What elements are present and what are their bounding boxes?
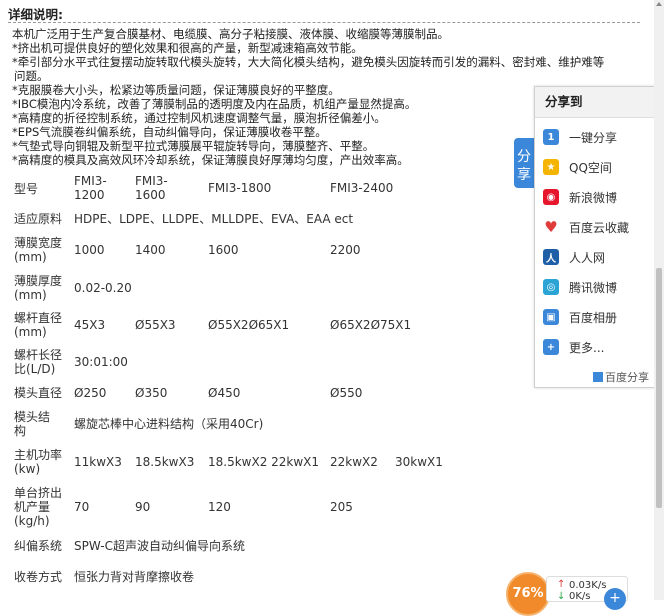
die-diameter-value: Ø350 xyxy=(135,386,168,400)
output-label: 单台挤出 机产量 (kg/h) xyxy=(14,486,63,528)
winding-value: 恒张力背对背摩擦收卷 xyxy=(74,570,195,584)
die-diameter-value: Ø250 xyxy=(74,386,107,400)
share-item-baidu-album[interactable]: ▣ 百度相册 xyxy=(543,307,617,327)
share-item-label: 一键分享 xyxy=(569,130,618,145)
speed-percent: 76% xyxy=(506,572,550,616)
power-value: 18.5kwX2 22kwX1 xyxy=(208,455,320,469)
die-structure-label: 模头结 构 xyxy=(14,410,51,438)
power-value: 18.5kwX3 xyxy=(135,455,195,469)
screw-diameter-value: 45X3 xyxy=(74,318,106,332)
die-diameter-value: Ø450 xyxy=(208,386,241,400)
share-item-one-click[interactable]: 1 一键分享 xyxy=(543,127,617,147)
download-arrow-icon: ↓ xyxy=(557,591,566,602)
scroll-up-icon[interactable] xyxy=(656,2,662,6)
intro-line: *牵引部分水平式往复摆动旋转取代模头旋转，大大简化模头结构，避免模头因旋转而引发… xyxy=(12,55,605,69)
share-item-label: QQ空间 xyxy=(569,160,612,175)
edge-control-label: 纠偏系统 xyxy=(14,539,63,553)
edge-control-value: SPW-C超声波自动纠偏导向系统 xyxy=(74,539,245,553)
scrollbar-thumb[interactable] xyxy=(656,268,662,508)
material-label: 适应原料 xyxy=(14,212,63,226)
baidu-share-icon xyxy=(593,372,603,382)
heart-icon: ♥ xyxy=(544,218,558,236)
share-item-label: 腾讯微博 xyxy=(569,280,618,295)
model-2400: FMI3-2400 xyxy=(330,181,394,195)
width-label: 薄膜宽度 (mm) xyxy=(14,236,63,264)
upload-arrow-icon: ↑ xyxy=(557,579,566,590)
winding-label: 收卷方式 xyxy=(14,570,63,584)
output-value: 205 xyxy=(330,500,353,514)
qzone-icon: ★ xyxy=(543,159,559,175)
output-value: 90 xyxy=(135,500,151,514)
width-value: 1000 xyxy=(74,243,105,257)
die-diameter-value: Ø550 xyxy=(330,386,363,400)
die-diameter-label: 模头直径 xyxy=(14,386,63,400)
power-value: 22kwX2 xyxy=(330,455,378,469)
one-click-share-icon: 1 xyxy=(543,129,559,145)
share-item-renren[interactable]: 人 人人网 xyxy=(543,247,605,267)
thickness-label: 薄膜厚度 (mm) xyxy=(14,274,63,302)
width-value: 1400 xyxy=(135,243,166,257)
intro-line: 本机广泛用于生产复合膜基材、电缆膜、高分子粘接膜、液体膜、收缩膜等薄膜制品。 xyxy=(12,27,449,41)
material-value: HDPE、LDPE、LLDPE、MLLDPE、EVA、EAA ect xyxy=(74,212,354,226)
share-item-label: 人人网 xyxy=(569,250,606,265)
share-title: 分享到 xyxy=(535,87,655,118)
share-item-tencent-weibo[interactable]: ◎ 腾讯微博 xyxy=(543,277,617,297)
intro-line: 问题。 xyxy=(14,69,49,83)
baidu-share-label: 百度分享 xyxy=(605,371,649,384)
share-item-label: 百度相册 xyxy=(569,310,618,325)
model-label: 型号 xyxy=(14,182,39,196)
screw-diameter-value: Ø65X2Ø75X1 xyxy=(330,318,412,332)
power-value: 11kwX3 xyxy=(74,455,122,469)
weibo-icon: ◉ xyxy=(543,189,559,205)
model-1600: FMI3- 1600 xyxy=(135,174,168,202)
model-1800: FMI3-1800 xyxy=(208,181,272,195)
renren-icon: 人 xyxy=(543,249,559,265)
screw-diameter-value: Ø55X3 xyxy=(135,318,176,332)
output-value: 120 xyxy=(208,500,231,514)
intro-line: *挤出机可提供良好的塑化效果和很高的产量，新型减速箱高效节能。 xyxy=(12,41,363,55)
upload-rate: 0.03K/s xyxy=(569,580,607,591)
share-item-baidu-cloud[interactable]: ♥ 百度云收藏 xyxy=(543,217,629,237)
share-item-label: 更多... xyxy=(569,340,605,355)
more-icon: + xyxy=(543,339,559,355)
output-value: 70 xyxy=(74,500,90,514)
plus-icon[interactable]: + xyxy=(604,588,626,610)
die-structure-value: 螺旋芯棒中心进料结构（采用40Cr) xyxy=(74,417,264,431)
section-heading: 详细说明: xyxy=(8,7,63,22)
ld-ratio-value: 30:01:00 xyxy=(74,355,128,369)
thickness-value: 0.02-0.20 xyxy=(74,281,132,295)
screw-diameter-label: 螺杆直径 (mm) xyxy=(14,311,63,339)
heading-divider xyxy=(8,22,640,23)
ld-ratio-label: 螺杆长径 比(L/D) xyxy=(14,348,63,376)
screw-diameter-value: Ø55X2Ø65X1 xyxy=(208,318,290,332)
share-item-qzone[interactable]: ★ QQ空间 xyxy=(543,157,612,177)
share-item-more[interactable]: + 更多... xyxy=(543,337,604,357)
share-tab[interactable]: 分享 xyxy=(514,138,534,188)
power-value: 30kwX1 xyxy=(395,455,443,469)
baidu-album-icon: ▣ xyxy=(543,309,559,325)
share-item-label: 百度云收藏 xyxy=(569,220,630,235)
share-panel: 分享到 1 一键分享 ★ QQ空间 ◉ 新浪微博 ♥ 百度云收藏 人 人人网 ◎… xyxy=(534,86,656,388)
power-label: 主机功率 (kw) xyxy=(14,448,63,476)
baidu-share-link[interactable]: 百度分享 xyxy=(593,369,649,385)
download-rate: 0K/s xyxy=(569,591,591,602)
share-item-weibo[interactable]: ◉ 新浪微博 xyxy=(543,187,617,207)
model-1200: FMI3- 1200 xyxy=(74,174,107,202)
tencent-weibo-icon: ◎ xyxy=(543,279,559,295)
share-item-label: 新浪微博 xyxy=(569,190,618,205)
width-value: 1600 xyxy=(208,243,239,257)
width-value: 2200 xyxy=(330,243,361,257)
